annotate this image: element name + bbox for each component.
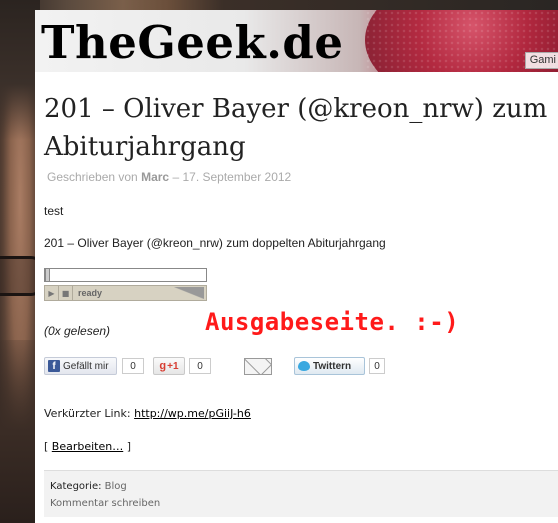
category-line: Kategorie: Blog <box>50 481 127 492</box>
meta-prefix: Geschrieben von <box>47 170 138 184</box>
short-link-url[interactable]: http://wp.me/pGiiJ-h6 <box>134 407 251 420</box>
audio-player: ▶ ■ ready <box>44 268 207 301</box>
annotation-text: Ausgabeseite. :-) <box>205 308 460 336</box>
post-body-text: test <box>44 204 64 218</box>
short-link-label: Verkürzter Link: <box>44 407 131 420</box>
twitter-count: 0 <box>369 358 385 374</box>
comment-line: Kommentar schreiben <box>50 498 160 509</box>
site-title[interactable]: TheGeek.de <box>41 15 343 71</box>
twitter-label: Twittern <box>313 360 352 372</box>
twitter-tweet-button[interactable]: Twittern <box>294 357 365 375</box>
email-share-icon[interactable] <box>244 358 272 375</box>
post-content: 201 – Oliver Bayer (@kreon_nrw) zum Abit… <box>35 72 558 523</box>
view-count: (0x gelesen) <box>44 324 111 338</box>
write-comment-link[interactable]: Kommentar schreiben <box>50 498 160 509</box>
volume-slider[interactable] <box>174 287 204 299</box>
post-date: 17. September 2012 <box>182 170 292 184</box>
facebook-like-button[interactable]: f Gefällt mir <box>44 357 117 375</box>
player-progress-handle[interactable] <box>45 268 50 282</box>
post-body-line: 201 – Oliver Bayer (@kreon_nrw) zum dopp… <box>44 236 386 250</box>
play-icon[interactable]: ▶ <box>45 286 59 300</box>
player-progress-bar[interactable] <box>44 268 207 282</box>
site-header: TheGeek.de Gami <box>35 10 558 72</box>
nav-tab-gaming[interactable]: Gami <box>524 52 558 69</box>
background-hair <box>0 0 40 140</box>
google-plus-label: +1 <box>167 360 179 372</box>
post-title[interactable]: 201 – Oliver Bayer (@kreon_nrw) zum Abit… <box>44 90 558 166</box>
post-author: Marc <box>141 170 170 184</box>
post-title-line2: Abiturjahrgang <box>44 132 246 162</box>
category-link[interactable]: Blog <box>105 481 127 492</box>
google-plus-count: 0 <box>189 358 211 374</box>
meta-separator: – <box>172 170 180 184</box>
post-meta: Geschrieben von Marc – 17. September 201… <box>47 170 291 184</box>
edit-bracket-open: [ <box>44 440 49 453</box>
post-footer: Kategorie: Blog Kommentar schreiben <box>44 470 558 517</box>
google-plus-button[interactable]: g +1 <box>153 357 185 375</box>
edit-bracket-close: ] <box>126 440 132 453</box>
edit-link-wrap: [ Bearbeiten… ] <box>44 440 131 453</box>
facebook-like-label: Gefällt mir <box>63 360 109 372</box>
facebook-like-count: 0 <box>122 358 144 374</box>
twitter-bird-icon <box>298 361 310 371</box>
edit-post-link[interactable]: Bearbeiten… <box>52 440 123 453</box>
player-status: ready <box>78 288 103 298</box>
player-controls: ▶ ■ ready <box>44 285 207 301</box>
facebook-icon: f <box>48 360 60 372</box>
stop-icon[interactable]: ■ <box>59 286 73 300</box>
short-link: Verkürzter Link: http://wp.me/pGiiJ-h6 <box>44 407 251 420</box>
google-plus-icon: g <box>159 360 167 372</box>
background-beard <box>0 340 40 523</box>
background-photo <box>0 0 43 523</box>
post-title-line1: 201 – Oliver Bayer (@kreon_nrw) zum <box>44 94 548 124</box>
category-label: Kategorie: <box>50 481 102 492</box>
